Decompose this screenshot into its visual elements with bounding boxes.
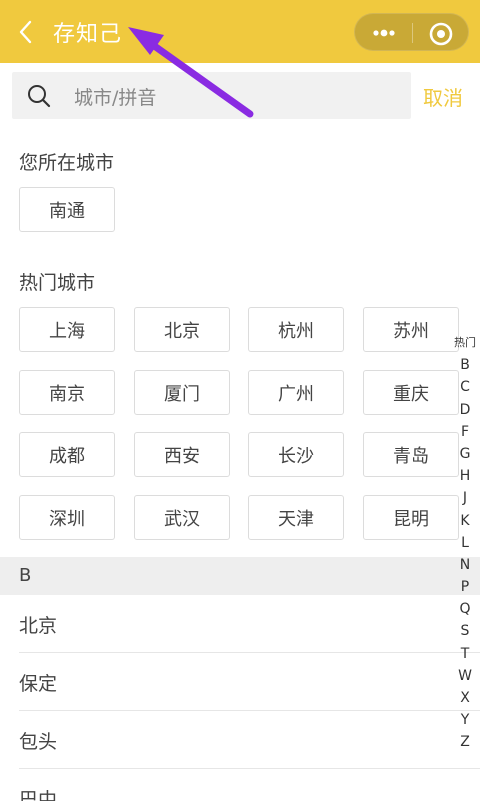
index-letter[interactable]: F — [451, 421, 479, 443]
index-letter[interactable]: K — [451, 510, 479, 532]
hot-city-button[interactable]: 杭州 — [248, 307, 344, 352]
list-item-label: 巴中 — [19, 789, 58, 801]
list-item[interactable]: 包头 — [19, 711, 480, 769]
index-letter[interactable]: 热门 — [451, 332, 479, 354]
index-letter[interactable]: L — [451, 532, 479, 554]
index-letter[interactable]: Q — [451, 598, 479, 620]
index-letter[interactable]: B — [451, 354, 479, 376]
navigation-bar: 存知己 — [0, 0, 480, 63]
index-letter[interactable]: Y — [451, 709, 479, 731]
hot-city-button[interactable]: 广州 — [248, 370, 344, 415]
group-letter: B — [19, 565, 32, 586]
index-letter[interactable]: C — [451, 376, 479, 398]
capsule-divider — [412, 23, 413, 43]
search-placeholder: 城市/拼音 — [74, 87, 157, 109]
hot-city-button[interactable]: 青岛 — [363, 432, 459, 477]
index-letter[interactable]: X — [451, 687, 479, 709]
index-letter[interactable]: H — [451, 465, 479, 487]
list-item[interactable]: 保定 — [19, 653, 480, 711]
current-city-heading: 您所在城市 — [19, 152, 115, 174]
group-header-b: B — [0, 557, 480, 595]
hot-city-button[interactable]: 西安 — [134, 432, 230, 477]
index-letter[interactable]: N — [451, 554, 479, 576]
current-city-button[interactable]: 南通 — [19, 187, 115, 232]
hot-city-button[interactable]: 天津 — [248, 495, 344, 540]
hot-city-button[interactable]: 苏州 — [363, 307, 459, 352]
list-item-label: 北京 — [19, 615, 58, 637]
search-icon — [28, 85, 51, 108]
index-letter[interactable]: W — [451, 665, 479, 687]
target-circle-icon[interactable] — [427, 20, 455, 48]
index-letter[interactable]: G — [451, 443, 479, 465]
hot-city-button[interactable]: 重庆 — [363, 370, 459, 415]
page-title: 存知己 — [53, 22, 123, 47]
list-item[interactable]: 北京 — [19, 595, 480, 653]
index-letter[interactable]: T — [451, 643, 479, 665]
index-letter[interactable]: J — [451, 487, 479, 509]
alphabet-index-bar[interactable]: 热门 B C D F G H J K L N P Q S T W X Y Z — [451, 332, 479, 754]
hot-city-button[interactable]: 厦门 — [134, 370, 230, 415]
hot-city-button[interactable]: 深圳 — [19, 495, 115, 540]
chevron-left-icon[interactable] — [14, 17, 38, 47]
list-item-label: 包头 — [19, 731, 58, 753]
more-dots-icon[interactable] — [367, 18, 401, 48]
hot-city-button[interactable]: 长沙 — [248, 432, 344, 477]
cancel-button[interactable]: 取消 — [423, 82, 463, 111]
hot-city-button[interactable]: 武汉 — [134, 495, 230, 540]
index-letter[interactable]: S — [451, 620, 479, 642]
hot-city-button[interactable]: 北京 — [134, 307, 230, 352]
hot-city-button[interactable]: 上海 — [19, 307, 115, 352]
index-letter[interactable]: D — [451, 399, 479, 421]
mini-program-capsule — [354, 13, 469, 51]
hot-cities-heading: 热门城市 — [19, 272, 96, 294]
list-item[interactable]: 巴中 — [19, 769, 480, 801]
hot-city-button[interactable]: 昆明 — [363, 495, 459, 540]
list-item-label: 保定 — [19, 673, 58, 695]
hot-city-button[interactable]: 南京 — [19, 370, 115, 415]
index-letter[interactable]: P — [451, 576, 479, 598]
search-bar[interactable]: 城市/拼音 — [12, 72, 411, 119]
index-letter[interactable]: Z — [451, 731, 479, 753]
hot-city-button[interactable]: 成都 — [19, 432, 115, 477]
